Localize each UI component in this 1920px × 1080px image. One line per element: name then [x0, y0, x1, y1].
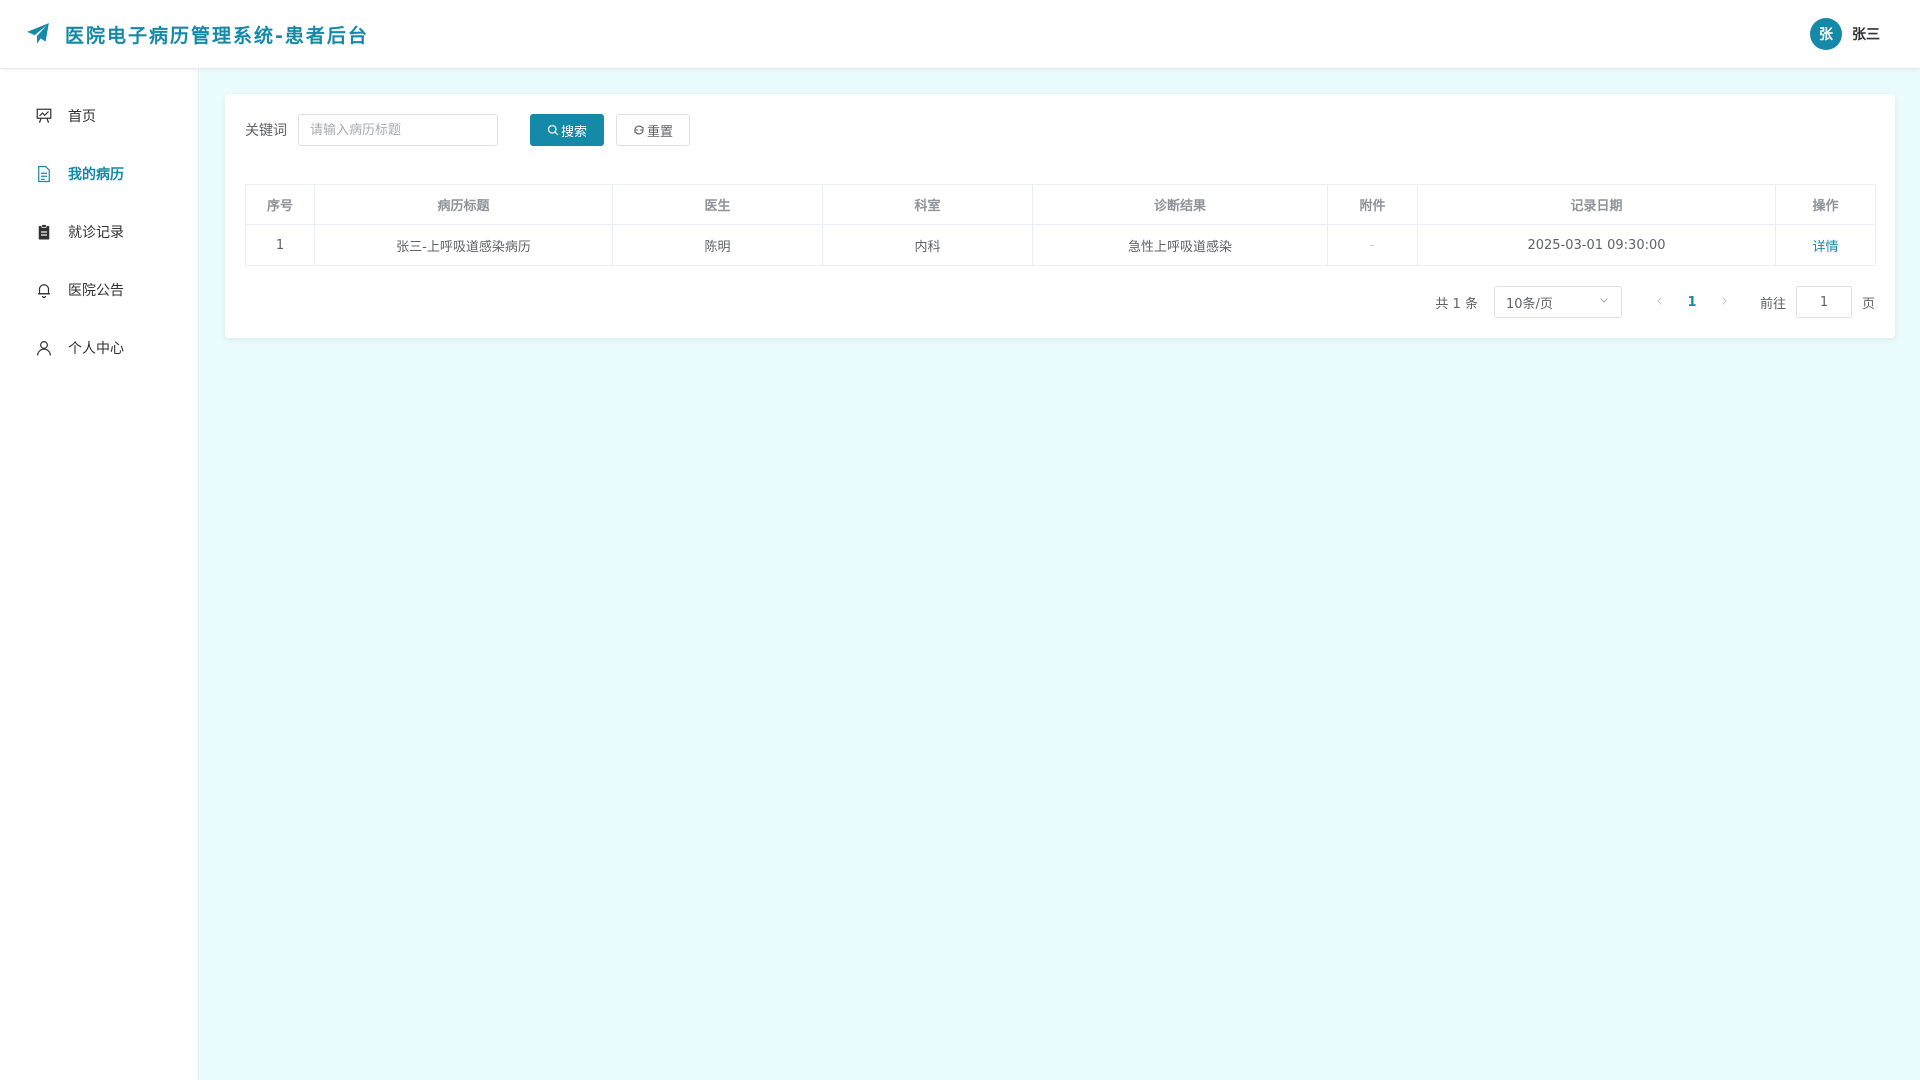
column-header-attachment: 附件 — [1327, 184, 1418, 225]
records-table: 序号 病历标题 医生 科室 诊断结果 附件 记录日期 操作 1 张三-上呼吸道感… — [245, 184, 1876, 266]
column-header-department: 科室 — [822, 184, 1033, 225]
user-icon — [35, 339, 53, 357]
user-name[interactable]: 张三 — [1852, 24, 1880, 44]
cell-department: 内科 — [822, 224, 1033, 266]
column-header-doctor: 医生 — [612, 184, 823, 225]
sidebar-item-label: 就诊记录 — [68, 225, 124, 241]
sidebar: 首页 我的病历 就诊记录 医院公告 个人中心 — [0, 69, 199, 1080]
cell-date: 2025-03-01 09:30:00 — [1417, 224, 1776, 266]
next-page-button[interactable] — [1710, 288, 1738, 316]
pagination: 共 1 条 10条/页 1 前往 1 页 — [245, 286, 1875, 318]
app-title: 医院电子病历管理系统-患者后台 — [65, 24, 369, 47]
goto-label: 前往 — [1759, 296, 1786, 312]
cell-doctor: 陈明 — [612, 224, 823, 266]
reset-button[interactable]: 重置 — [616, 114, 690, 146]
sidebar-item-label: 我的病历 — [68, 167, 124, 183]
page-size-value: 10条/页 — [1505, 296, 1553, 312]
chevron-down-icon — [1598, 294, 1610, 310]
user-menu[interactable]: 张 张三 — [1810, 18, 1880, 50]
table-header-row: 序号 病历标题 医生 科室 诊断结果 附件 记录日期 操作 — [245, 184, 1876, 225]
top-header: 医院电子病历管理系统-患者后台 张 张三 — [0, 0, 1920, 69]
page-size-select[interactable]: 10条/页 — [1493, 286, 1622, 318]
search-button[interactable]: 搜索 — [530, 114, 604, 146]
cell-index: 1 — [245, 224, 315, 266]
sidebar-item-home[interactable]: 首页 — [0, 87, 198, 145]
chevron-left-icon — [1655, 295, 1665, 310]
cell-diagnosis: 急性上呼吸道感染 — [1032, 224, 1328, 266]
avatar[interactable]: 张 — [1810, 18, 1842, 50]
column-header-action: 操作 — [1775, 184, 1876, 225]
detail-link[interactable]: 详情 — [1812, 240, 1838, 255]
sidebar-item-my-records[interactable]: 我的病历 — [0, 145, 198, 203]
sidebar-item-announcements[interactable]: 医院公告 — [0, 261, 198, 319]
column-header-title: 病历标题 — [314, 184, 613, 225]
paper-plane-icon — [25, 21, 51, 47]
brand: 医院电子病历管理系统-患者后台 — [25, 21, 369, 48]
column-header-date: 记录日期 — [1417, 184, 1776, 225]
search-input[interactable] — [298, 114, 498, 146]
search-button-label: 搜索 — [560, 124, 587, 140]
search-icon — [547, 124, 559, 136]
sidebar-item-profile[interactable]: 个人中心 — [0, 319, 198, 377]
cell-attachment: - — [1327, 224, 1418, 266]
goto-page-input[interactable] — [1795, 286, 1852, 318]
reset-button-label: 重置 — [646, 124, 673, 140]
page-goto: 前往 页 — [1760, 286, 1875, 318]
sidebar-item-label: 首页 — [68, 109, 96, 125]
cell-action: 详情 — [1775, 224, 1876, 266]
sidebar-item-label: 个人中心 — [68, 341, 124, 357]
cell-title: 张三-上呼吸道感染病历 — [314, 224, 613, 266]
table-row: 1 张三-上呼吸道感染病历 陈明 内科 急性上呼吸道感染 - 2025-03-0… — [245, 224, 1876, 266]
chevron-right-icon — [1719, 295, 1729, 310]
keyword-label: 关键词 — [245, 123, 287, 139]
page-suffix: 页 — [1861, 296, 1875, 312]
page-number-current[interactable]: 1 — [1674, 288, 1710, 316]
document-icon — [35, 165, 53, 183]
refresh-icon — [633, 124, 645, 136]
sidebar-item-label: 医院公告 — [68, 283, 124, 299]
column-header-diagnosis: 诊断结果 — [1032, 184, 1328, 225]
column-header-index: 序号 — [245, 184, 315, 225]
main-content: 关键词 搜索 重置 — [200, 69, 1920, 1080]
search-bar: 关键词 搜索 重置 — [245, 114, 1875, 146]
pagination-total: 共 1 条 — [1435, 296, 1478, 312]
prev-page-button[interactable] — [1646, 288, 1674, 316]
clipboard-icon — [35, 223, 53, 241]
bell-icon — [35, 281, 53, 299]
sidebar-item-visits[interactable]: 就诊记录 — [0, 203, 198, 261]
records-card: 关键词 搜索 重置 — [225, 94, 1895, 338]
presentation-board-icon — [35, 107, 53, 125]
